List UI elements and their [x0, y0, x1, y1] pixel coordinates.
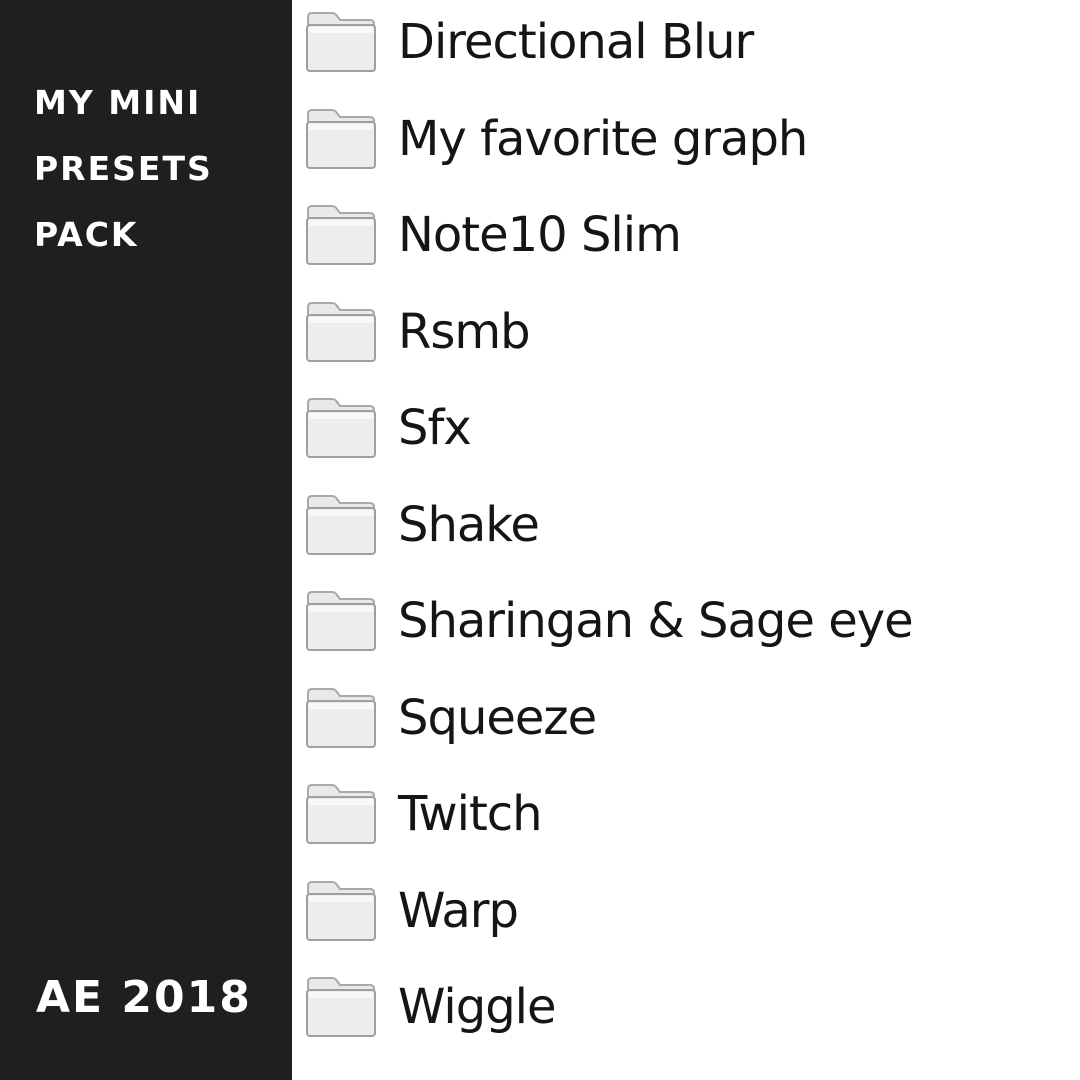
folder-item[interactable]: Shake: [304, 477, 913, 574]
folder-item[interactable]: Warp: [304, 863, 913, 960]
folder-label: Shake: [398, 496, 540, 553]
version-label: AE 2018: [36, 972, 252, 1023]
folder-icon: [306, 784, 376, 845]
pack-title: MY MINI PRESETS PACK: [34, 70, 213, 268]
folder-icon: [306, 301, 376, 362]
presets-pack-page: MY MINI PRESETS PACK AE 2018 Directional…: [0, 0, 1080, 1080]
folder-label: Wiggle: [398, 979, 557, 1036]
folder-label: Twitch: [398, 786, 543, 843]
folder-explorer: Directional Blur My favorite graph Note1…: [292, 0, 1080, 1080]
folder-item[interactable]: Sfx: [304, 380, 913, 477]
folder-icon: [306, 398, 376, 459]
folder-icon: [306, 108, 376, 169]
folder-label: Sfx: [398, 400, 472, 457]
folder-item[interactable]: Squeeze: [304, 670, 913, 767]
folder-label: Directional Blur: [398, 14, 754, 71]
folder-icon: [306, 591, 376, 652]
folder-item[interactable]: Directional Blur: [304, 0, 913, 91]
folder-item[interactable]: Rsmb: [304, 284, 913, 381]
folder-item[interactable]: Note10 Slim: [304, 187, 913, 284]
pack-title-line: MY MINI: [34, 83, 202, 122]
folder-label: Note10 Slim: [398, 207, 682, 264]
folder-icon: [306, 977, 376, 1038]
folder-label: Warp: [398, 882, 519, 939]
folder-item[interactable]: Wiggle: [304, 959, 913, 1056]
folder-icon: [306, 687, 376, 748]
pack-title-line: PACK: [34, 215, 139, 254]
folder-label: Squeeze: [398, 689, 597, 746]
folder-item[interactable]: Twitch: [304, 766, 913, 863]
folder-icon: [306, 12, 376, 73]
sidebar-panel: MY MINI PRESETS PACK AE 2018: [0, 0, 292, 1080]
folder-label: Sharingan & Sage eye: [398, 593, 914, 650]
folder-icon: [306, 880, 376, 941]
folder-label: Rsmb: [398, 303, 531, 360]
folder-icon: [306, 494, 376, 555]
folder-icon: [306, 205, 376, 266]
folder-item[interactable]: My favorite graph: [304, 91, 913, 188]
pack-title-line: PRESETS: [34, 149, 213, 188]
folder-item[interactable]: Sharingan & Sage eye: [304, 573, 914, 670]
folder-label: My favorite graph: [398, 110, 808, 167]
folder-list: Directional Blur My favorite graph Note1…: [304, 0, 914, 1056]
